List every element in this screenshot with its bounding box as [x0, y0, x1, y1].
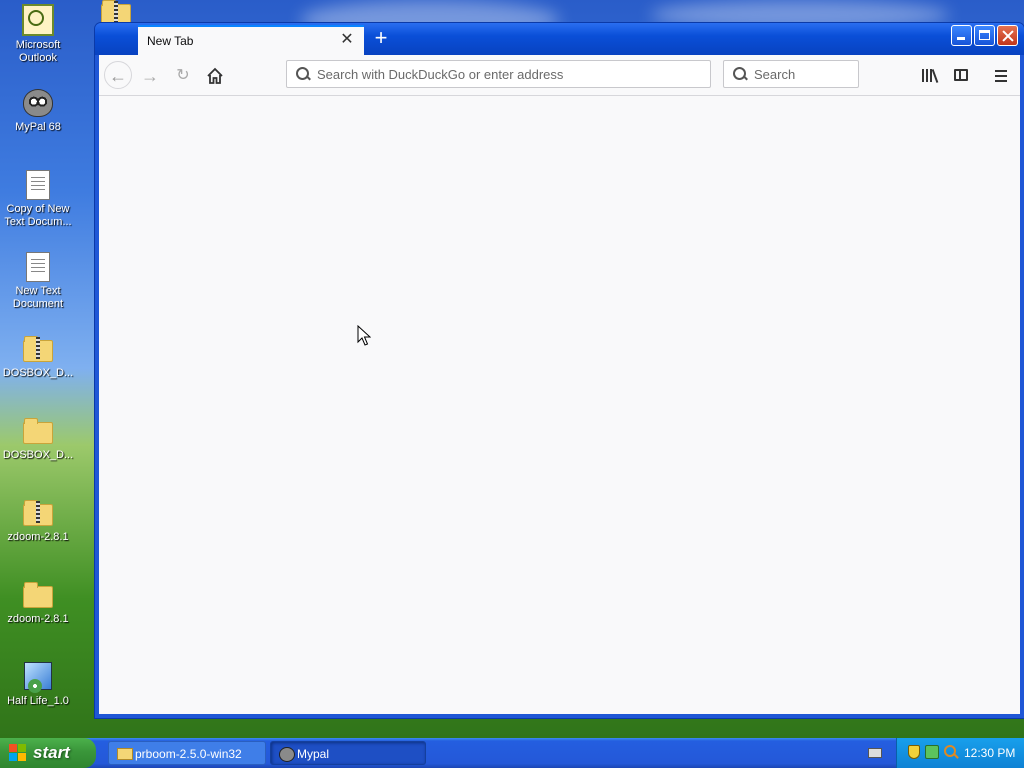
start-label: start	[33, 743, 70, 762]
browser-window: New Tab ✕ + ← → ↻	[95, 23, 1024, 718]
taskbar-item-label: prboom-2.5.0-win32	[135, 747, 242, 761]
setup-installer-icon	[22, 660, 54, 693]
desktop-icon-mypal[interactable]: MyPal 68	[0, 86, 76, 134]
folder-icon	[22, 578, 54, 610]
tab-new-tab[interactable]: New Tab ✕	[138, 25, 364, 55]
zip-folder-icon	[22, 332, 54, 364]
close-window-button[interactable]	[997, 25, 1018, 46]
taskbar: start prboom-2.5.0-win32 Mypal 12:30 PM	[0, 738, 1024, 768]
tab-title: New Tab	[147, 34, 194, 48]
browser-titlebar[interactable]: New Tab ✕ +	[95, 23, 1024, 55]
desktop-icon-dosbox-folder[interactable]: DOSBOX_D...	[0, 414, 76, 462]
taskbar-item-prboom[interactable]: prboom-2.5.0-win32	[108, 741, 266, 765]
desktop-icon-label: DOSBOX_D...	[2, 367, 74, 379]
folder-icon	[22, 414, 54, 446]
address-bar[interactable]	[286, 60, 711, 88]
navigation-toolbar: ← → ↻	[99, 55, 1020, 96]
zip-folder-icon	[22, 496, 54, 528]
maximize-button[interactable]	[974, 25, 995, 46]
home-icon[interactable]	[202, 63, 228, 89]
windows-logo-icon	[9, 744, 27, 762]
desktop-icon-label: Half Life_1.0	[7, 695, 69, 707]
arrow-right-icon[interactable]: →	[137, 63, 163, 89]
desktop-icon-label: DOSBOX_D...	[2, 449, 74, 461]
desktop-icon-dosbox-zip[interactable]: DOSBOX_D...	[0, 332, 76, 380]
desktop-icon-zdoom-zip[interactable]: zdoom-2.8.1	[0, 496, 76, 544]
network-icon[interactable]	[925, 745, 939, 759]
keyboard-icon[interactable]	[868, 748, 882, 758]
desktop-icon-zdoom-folder[interactable]: zdoom-2.8.1	[0, 578, 76, 626]
new-tab-plus-icon[interactable]: +	[370, 27, 392, 50]
desktop-icon-label: Microsoft Outlook	[15, 39, 61, 64]
search-tray-icon[interactable]	[943, 744, 959, 760]
search-input[interactable]	[754, 61, 854, 87]
arrow-left-icon[interactable]: ←	[104, 61, 132, 89]
desktop-icon-label: MyPal 68	[15, 121, 61, 133]
taskbar-item-mypal[interactable]: Mypal	[270, 741, 426, 765]
clock[interactable]: 12:30 PM	[964, 746, 1015, 760]
desktop-icon-copy-text-document[interactable]: Copy of New Text Docum...	[0, 168, 76, 229]
desktop-icon-label: New Text Document	[12, 285, 64, 310]
taskbar-item-label: Mypal	[297, 747, 330, 761]
mypal-raccoon-icon	[279, 747, 295, 762]
partial-zip-folder-icon	[101, 0, 131, 26]
system-tray: 12:30 PM	[896, 738, 1024, 768]
desktop-icon-label: zdoom-2.8.1	[7, 613, 69, 625]
desktop-icon-new-text-document[interactable]: New Text Document	[0, 250, 76, 311]
minimize-button[interactable]	[951, 25, 972, 46]
start-button[interactable]: start	[0, 738, 96, 768]
security-shield-icon[interactable]	[908, 745, 920, 759]
sidebar-icon[interactable]	[949, 63, 975, 89]
text-document-icon	[22, 250, 54, 282]
text-document-icon	[22, 168, 54, 200]
search-icon	[732, 66, 748, 82]
hamburger-menu-icon[interactable]	[988, 63, 1014, 89]
desktop-icon-half-life[interactable]: Half Life_1.0	[0, 660, 76, 708]
address-input[interactable]	[317, 61, 706, 87]
search-icon	[295, 66, 311, 82]
page-content-area[interactable]	[99, 96, 1020, 714]
folder-icon	[117, 748, 133, 760]
mypal-raccoon-icon	[22, 86, 54, 118]
desktop-icon-outlook[interactable]: Microsoft Outlook	[0, 4, 76, 65]
desktop-icon-label: zdoom-2.8.1	[7, 531, 69, 543]
close-tab-icon[interactable]: ✕	[339, 32, 355, 48]
reload-icon[interactable]: ↻	[170, 63, 196, 89]
library-icon[interactable]	[917, 63, 943, 89]
desktop-icon-label: Copy of New Text Docum...	[4, 203, 72, 228]
outlook-icon	[22, 4, 54, 36]
search-bar[interactable]	[723, 60, 859, 88]
